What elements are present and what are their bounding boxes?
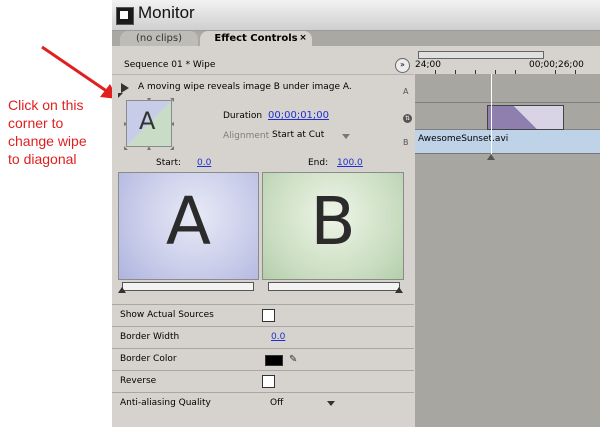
sequence-label: Sequence 01 * Wipe <box>124 60 216 70</box>
corner-top-left-icon[interactable] <box>118 93 123 98</box>
show-actual-sources-checkbox[interactable] <box>262 309 275 322</box>
swap-tracks-icon[interactable]: ⇅ <box>403 114 412 123</box>
property-row-border-width: Border Width 0.0 <box>112 326 414 348</box>
close-icon[interactable]: × <box>298 33 308 43</box>
property-row-border-color: Border Color ✎ <box>112 348 414 370</box>
effect-controls-panel: Sequence 01 * Wipe » A moving wipe revea… <box>112 46 414 427</box>
image-b-letter: B <box>310 183 356 260</box>
playhead-marker[interactable] <box>487 154 495 160</box>
ruler-end-time: 00;00;26;00 <box>529 60 584 70</box>
property-row-anti-aliasing: Anti-aliasing Quality Off <box>112 392 414 414</box>
end-slider[interactable] <box>268 282 400 291</box>
reverse-checkbox[interactable] <box>262 375 275 388</box>
duration-label: Duration <box>223 111 263 121</box>
tab-bar: (no clips) Effect Controls × <box>112 31 600 46</box>
effect-description: A moving wipe reveals image B under imag… <box>138 82 352 92</box>
play-icon[interactable] <box>121 83 129 93</box>
track-a-label: A <box>403 87 409 96</box>
border-color-swatch[interactable] <box>265 355 283 366</box>
property-row-reverse: Reverse <box>112 370 414 392</box>
property-label: Show Actual Sources <box>120 310 214 320</box>
annotation-line: to diagonal <box>8 151 77 167</box>
playhead-line[interactable] <box>491 74 492 154</box>
alignment-label: Alignment <box>223 131 270 141</box>
clip-name: AwesomeSunset.avi <box>418 134 509 144</box>
start-slider-handle[interactable] <box>118 287 126 293</box>
transition-track[interactable] <box>415 103 600 130</box>
app-icon <box>116 7 134 25</box>
annotation-line: corner to <box>8 115 64 131</box>
timeline-scrollbar[interactable] <box>418 51 544 59</box>
timeline-toggle-button[interactable]: » <box>395 58 410 73</box>
annotation-line: Click on this <box>8 97 84 113</box>
window-title: Monitor <box>138 3 195 22</box>
end-value[interactable]: 100.0 <box>337 158 363 168</box>
annotation-text: Click on this corner to change wipe to d… <box>8 96 110 168</box>
start-value[interactable]: 0.0 <box>197 158 211 168</box>
tab-label: (no clips) <box>135 33 183 44</box>
property-row-show-actual-sources: Show Actual Sources <box>112 304 414 326</box>
chevron-down-icon[interactable] <box>327 401 335 406</box>
tab-no-clips[interactable]: (no clips) <box>120 31 198 46</box>
property-label: Anti-aliasing Quality <box>120 398 211 408</box>
property-label: Border Color <box>120 354 177 364</box>
wipe-preview-thumbnail: A <box>126 100 172 147</box>
time-ruler[interactable]: 24;00 00;00;26;00 <box>415 46 600 75</box>
end-label: End: <box>308 158 329 168</box>
property-label: Reverse <box>120 376 157 386</box>
timeline-panel: 24;00 00;00;26;00 AwesomeSunset.avi <box>415 46 600 427</box>
alignment-dropdown[interactable]: Start at Cut <box>272 130 324 140</box>
track-b-label: B <box>403 138 409 147</box>
property-label: Border Width <box>120 332 180 342</box>
track-b[interactable]: AwesomeSunset.avi <box>415 130 600 154</box>
ruler-start-time: 24;00 <box>415 60 441 70</box>
eyedropper-icon[interactable]: ✎ <box>289 354 297 365</box>
track-a[interactable] <box>415 74 600 103</box>
image-a-preview: A <box>118 172 259 280</box>
monitor-window: Monitor (no clips) Effect Controls × Seq… <box>112 0 600 427</box>
chevron-down-icon[interactable] <box>342 134 350 139</box>
duration-value[interactable]: 00;00;01;00 <box>268 110 329 121</box>
preview-letter: A <box>139 107 156 135</box>
tab-label: Effect Controls <box>214 33 298 44</box>
title-bar[interactable]: Monitor <box>112 0 600 31</box>
image-b-preview: B <box>262 172 404 280</box>
start-slider[interactable] <box>122 282 254 291</box>
start-label: Start: <box>156 158 182 168</box>
image-a-letter: A <box>165 183 212 260</box>
sequence-header: Sequence 01 * Wipe <box>112 58 414 75</box>
anti-aliasing-dropdown[interactable]: Off <box>270 398 283 408</box>
red-arrow-annotation <box>41 45 118 99</box>
annotation-line: change wipe <box>8 133 87 149</box>
tab-effect-controls[interactable]: Effect Controls × <box>200 31 312 46</box>
end-slider-handle[interactable] <box>395 287 403 293</box>
wipe-transition-clip[interactable] <box>487 105 564 130</box>
border-width-value[interactable]: 0.0 <box>271 332 285 342</box>
